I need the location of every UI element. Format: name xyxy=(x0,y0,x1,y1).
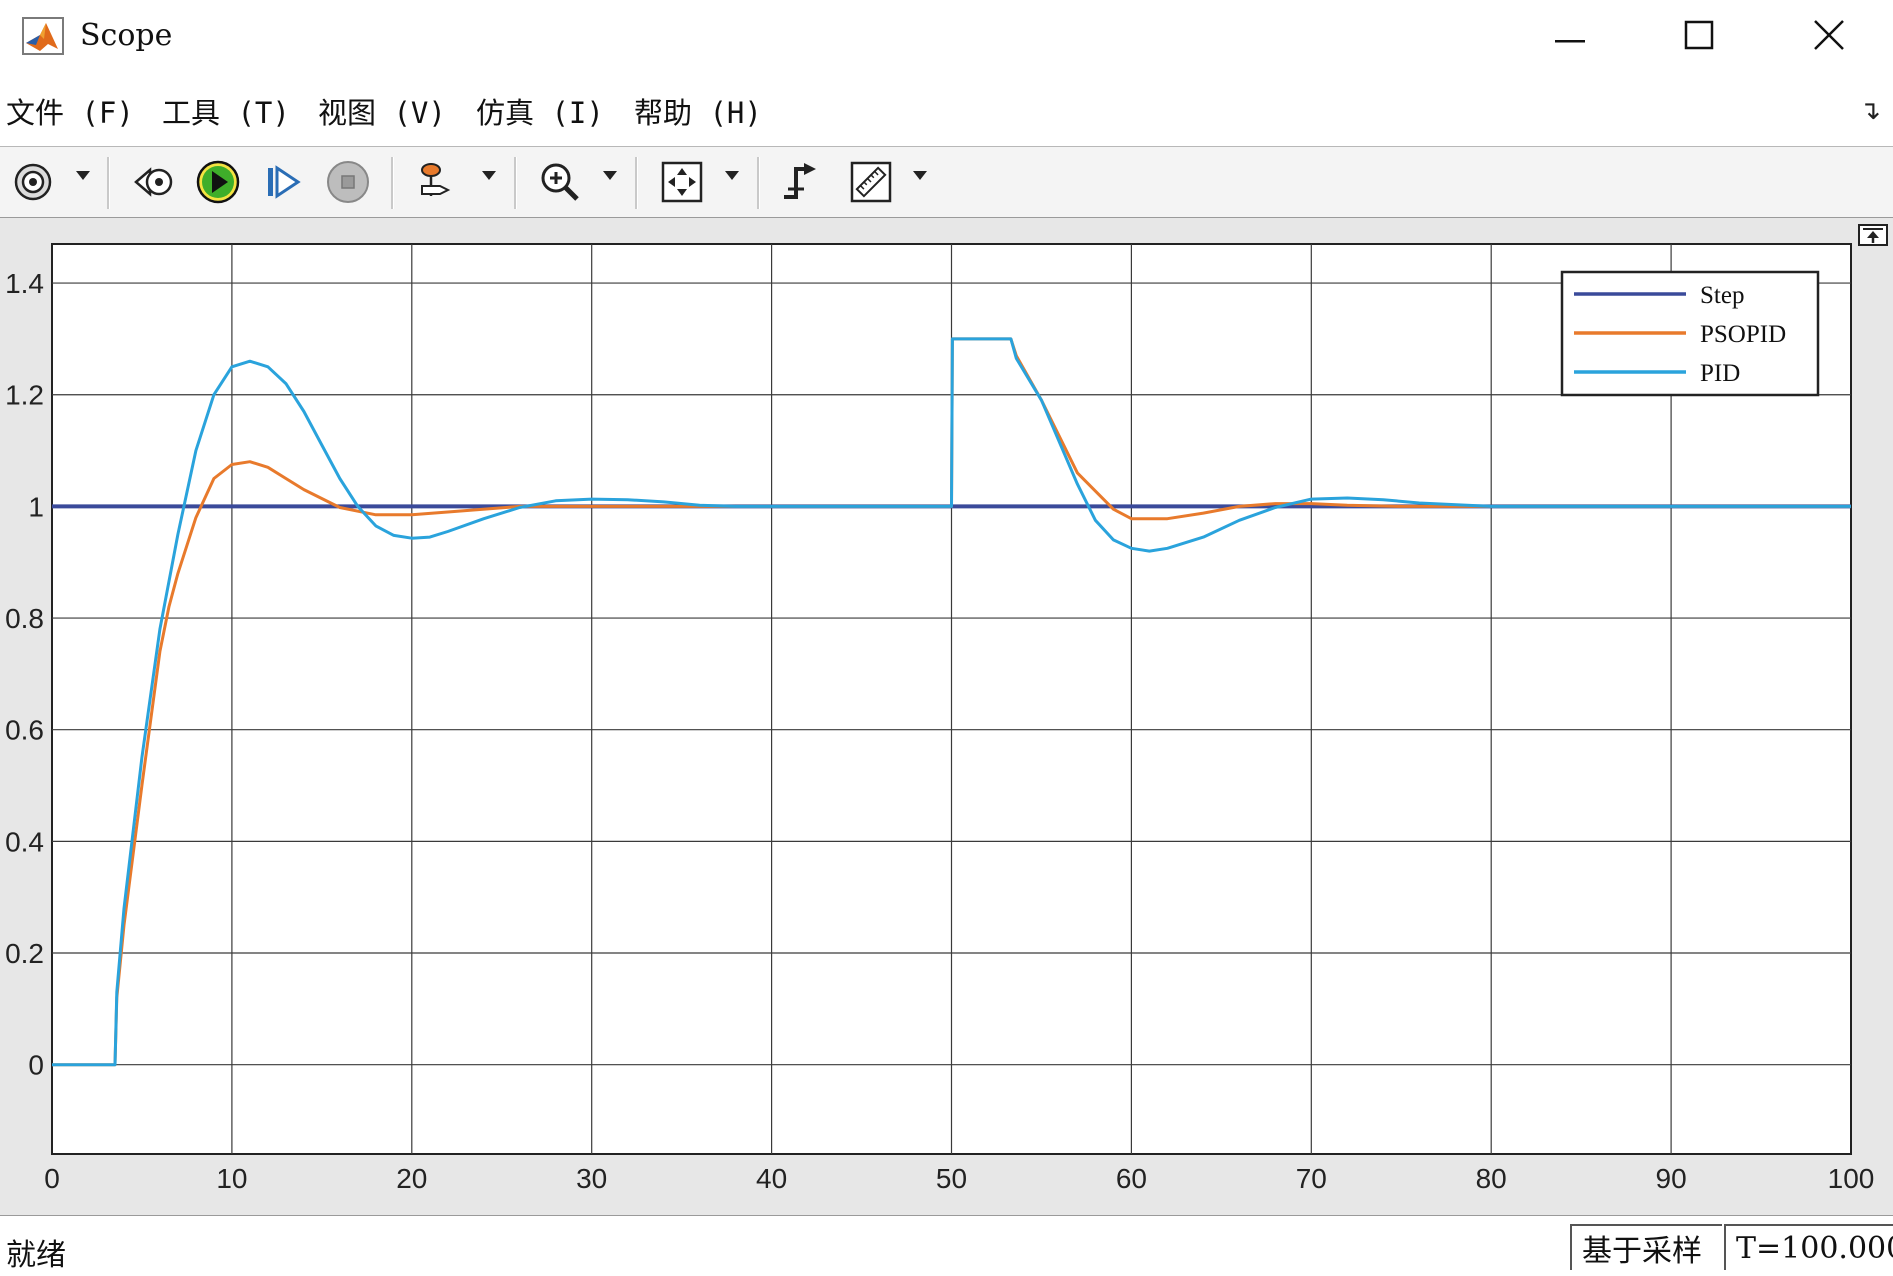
maximize-icon xyxy=(1684,20,1714,54)
menu-file[interactable]: 文件 (F) xyxy=(6,90,134,132)
settings-icon[interactable] xyxy=(8,157,58,207)
zoom-dropdown-icon[interactable] xyxy=(603,171,617,180)
status-bar: 就绪 基于采样 T=100.000 xyxy=(0,1215,1893,1276)
autoscale-icon[interactable] xyxy=(657,157,707,207)
maximize-button[interactable] xyxy=(1669,14,1729,60)
title-bar: Scope xyxy=(0,0,1893,80)
toolbar-separator xyxy=(635,157,638,209)
minimize-icon xyxy=(1555,28,1585,47)
run-icon[interactable] xyxy=(193,157,243,207)
step-back-icon[interactable] xyxy=(128,157,178,207)
simulation-time: T=100.000 xyxy=(1724,1224,1893,1270)
close-button[interactable] xyxy=(1799,14,1859,60)
minimize-button[interactable] xyxy=(1540,14,1600,60)
toolbar-separator xyxy=(107,157,110,209)
menu-simulation[interactable]: 仿真 (I) xyxy=(476,90,604,132)
stop-icon[interactable] xyxy=(323,157,373,207)
triggers-icon[interactable] xyxy=(776,157,826,207)
menu-help[interactable]: 帮助 (H) xyxy=(634,90,762,132)
step-forward-icon[interactable] xyxy=(258,157,308,207)
menu-bar: 文件 (F) 工具 (T) 视图 (V) 仿真 (I) 帮助 (H) ↴ xyxy=(0,80,1893,147)
menu-tools[interactable]: 工具 (T) xyxy=(162,90,290,132)
autoscale-dropdown-icon[interactable] xyxy=(725,171,739,180)
undock-icon[interactable] xyxy=(1858,224,1888,246)
toolbar-separator xyxy=(514,157,517,209)
close-icon xyxy=(1813,19,1845,55)
measurements-dropdown-icon[interactable] xyxy=(913,171,927,180)
sample-mode-indicator: 基于采样 xyxy=(1570,1224,1722,1270)
dock-arrow-icon[interactable]: ↴ xyxy=(1859,96,1881,126)
settings-dropdown-icon[interactable] xyxy=(76,171,90,180)
toolbar-separator xyxy=(757,157,760,209)
status-text: 就绪 xyxy=(6,1238,66,1273)
toolbar xyxy=(0,147,1893,218)
measurements-icon[interactable] xyxy=(846,157,896,207)
highlight-dropdown-icon[interactable] xyxy=(482,171,496,180)
zoom-in-icon[interactable] xyxy=(535,157,585,207)
window-title: Scope xyxy=(80,18,173,53)
toolbar-separator xyxy=(391,157,394,209)
menu-view[interactable]: 视图 (V) xyxy=(318,90,446,132)
scope-display xyxy=(0,218,1893,1215)
matlab-icon xyxy=(22,17,66,57)
highlight-icon[interactable] xyxy=(412,157,462,207)
